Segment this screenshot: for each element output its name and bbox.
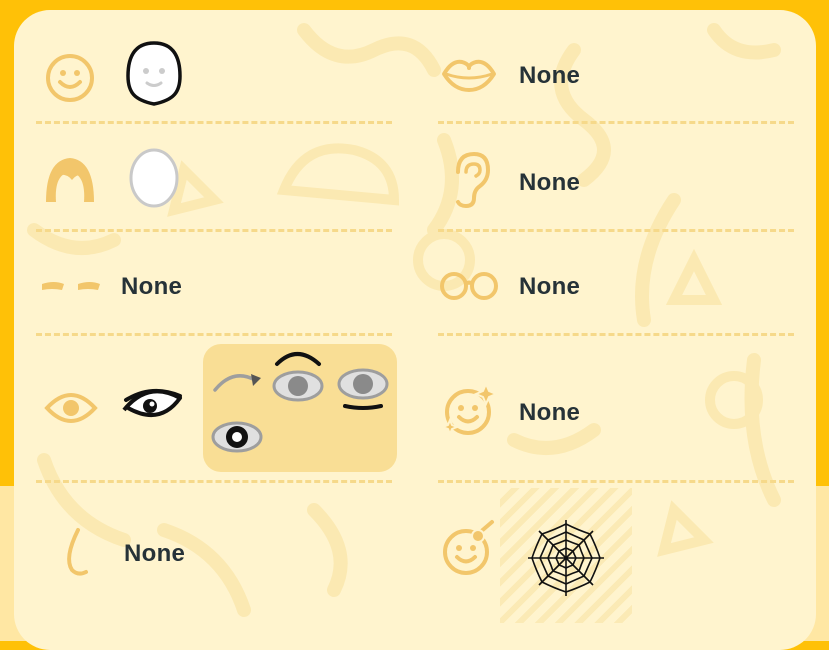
hair-icon[interactable] xyxy=(40,152,100,208)
row-divider xyxy=(438,333,794,336)
eye-variants-panel xyxy=(203,344,397,472)
lips-icon[interactable] xyxy=(440,56,498,96)
face-shape-option-selected[interactable] xyxy=(124,40,184,108)
row-divider xyxy=(36,229,392,232)
sparkle-face-icon[interactable] xyxy=(440,382,498,438)
nose-value-label: None xyxy=(124,540,186,567)
eye-variant-wink[interactable] xyxy=(209,362,265,400)
face-accessory-option-selected[interactable] xyxy=(500,488,632,623)
smiley-face-icon[interactable] xyxy=(44,52,96,104)
row-divider xyxy=(36,480,392,483)
mouth-value-label: None xyxy=(519,62,581,89)
face-accessory-icon[interactable] xyxy=(438,516,498,578)
row-divider xyxy=(438,480,794,483)
glasses-value-label: None xyxy=(519,273,581,300)
spider-web-icon xyxy=(528,520,604,596)
eyes-option-selected[interactable] xyxy=(120,386,184,426)
eye-icon[interactable] xyxy=(44,391,98,425)
row-divider xyxy=(36,333,392,336)
eyebrows-value-label: None xyxy=(121,273,183,300)
avatar-editor-panel: None None None None None None xyxy=(14,10,816,650)
row-divider xyxy=(36,121,392,124)
glasses-icon[interactable] xyxy=(438,270,500,302)
eye-variant-raised-brow[interactable] xyxy=(269,348,327,404)
eye-variant-lower-lid[interactable] xyxy=(333,362,393,414)
hair-option-selected[interactable] xyxy=(126,146,182,210)
nose-icon[interactable] xyxy=(56,526,90,580)
row-divider xyxy=(438,121,794,124)
row-divider xyxy=(438,229,794,232)
ears-value-label: None xyxy=(519,169,581,196)
ear-icon[interactable] xyxy=(450,150,492,208)
eyebrows-icon[interactable] xyxy=(38,272,104,294)
eye-variant-round[interactable] xyxy=(209,418,265,456)
face-decoration-value-label: None xyxy=(519,399,581,426)
